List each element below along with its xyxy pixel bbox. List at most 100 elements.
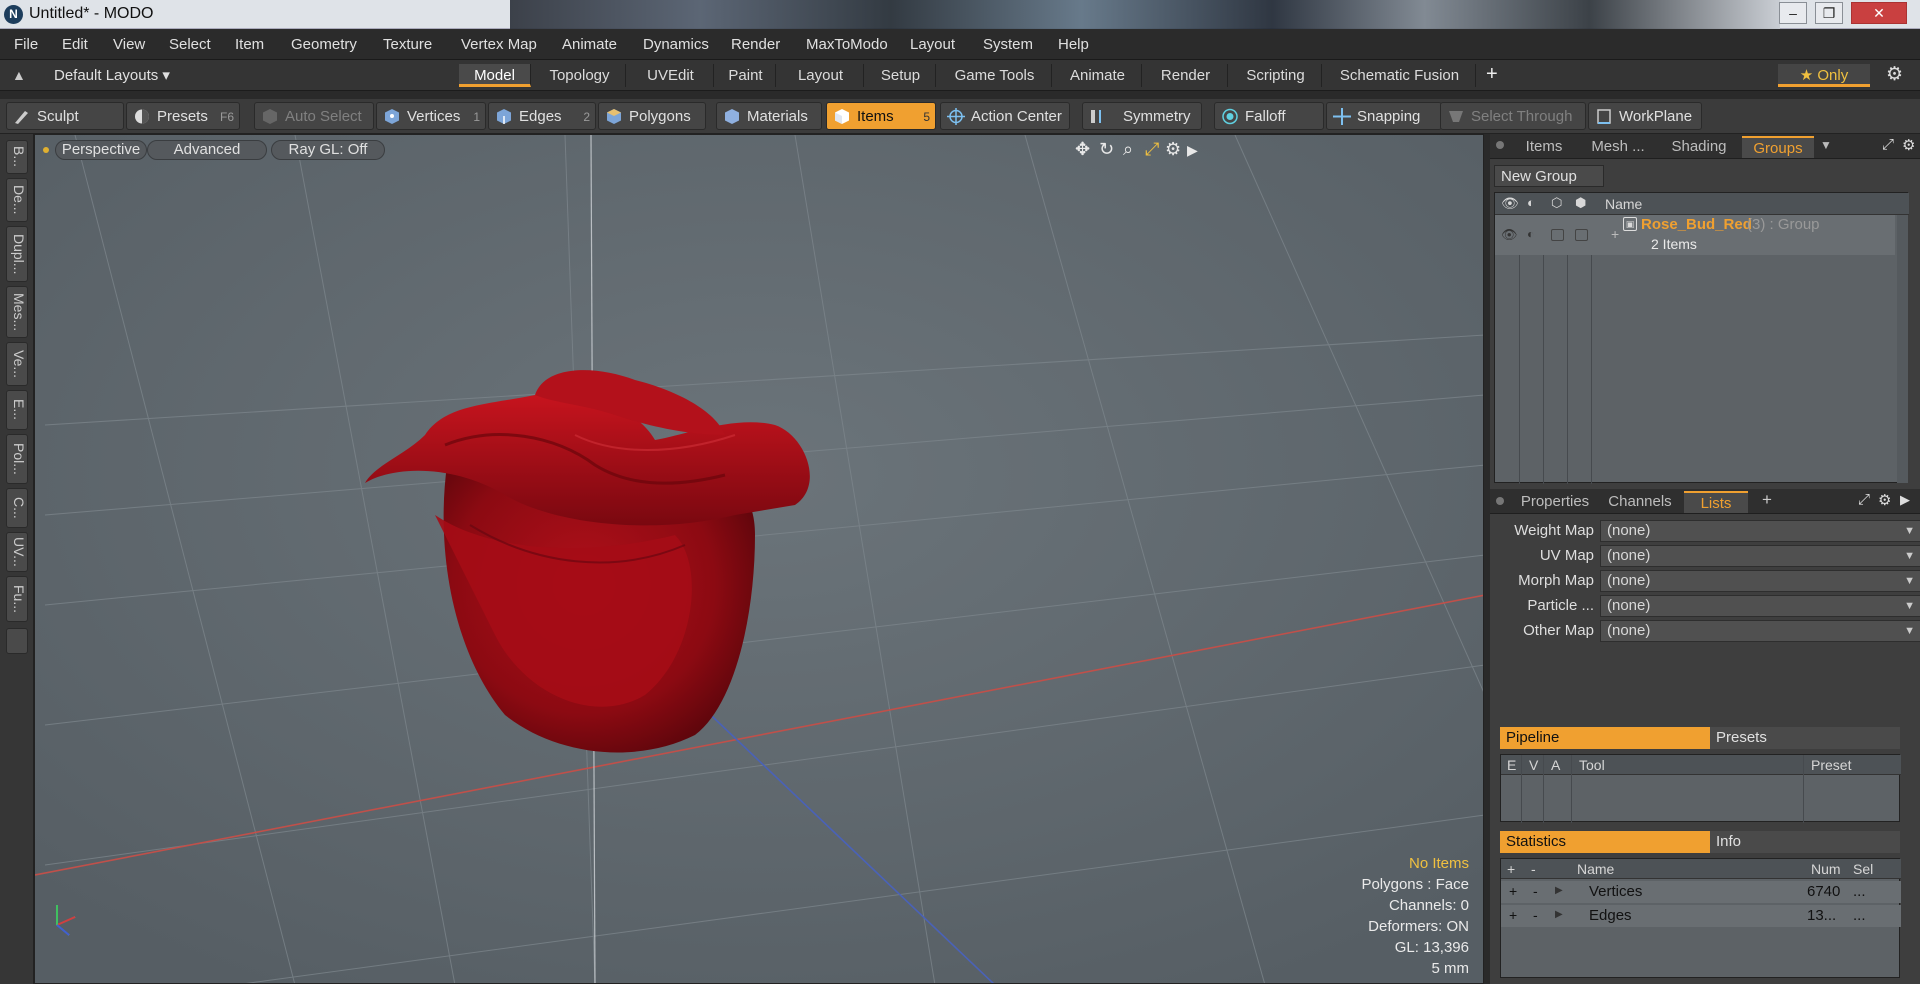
weight-map-select[interactable]: (none) xyxy=(1600,520,1920,542)
expand-lists-icon[interactable]: ⤢ xyxy=(1858,491,1870,508)
row-minus[interactable]: - xyxy=(1533,907,1538,923)
pipe-col-a[interactable]: A xyxy=(1551,757,1560,773)
row-lock-checkbox[interactable] xyxy=(1551,229,1564,241)
menu-maxtomodo[interactable]: MaxToModo xyxy=(806,36,888,53)
tab-groups[interactable]: Groups xyxy=(1742,136,1814,158)
render-toggle-icon[interactable]: ◐ xyxy=(1527,195,1535,210)
stat-col-sel[interactable]: Sel xyxy=(1853,861,1873,877)
edges-button[interactable]: Edges 2 xyxy=(488,102,596,130)
info-tab[interactable]: Info xyxy=(1710,831,1900,853)
expand-panel-icon[interactable]: ⤢ xyxy=(1882,136,1894,153)
row-plus[interactable]: + xyxy=(1509,883,1517,899)
falloff-button[interactable]: Falloff xyxy=(1214,102,1324,130)
visibility-eye-icon[interactable]: 👁 xyxy=(1501,195,1519,212)
row-render-icon[interactable]: ◐ xyxy=(1527,227,1534,241)
row-eye-icon[interactable]: 👁 xyxy=(1501,227,1518,243)
menu-file[interactable]: File xyxy=(14,36,38,53)
pipe-col-v[interactable]: V xyxy=(1529,757,1538,773)
viewport-gear-icon[interactable]: ⚙ xyxy=(1165,139,1181,160)
menu-geometry[interactable]: Geometry xyxy=(291,36,357,53)
tab-shading[interactable]: Shading xyxy=(1660,136,1738,158)
symmetry-button[interactable]: Symmetry xyxy=(1082,102,1202,130)
name-column-header[interactable]: Name xyxy=(1605,196,1642,212)
pipe-col-tool[interactable]: Tool xyxy=(1579,757,1605,773)
menu-help[interactable]: Help xyxy=(1058,36,1089,53)
shading-mode-dropdown[interactable]: Advanced xyxy=(147,140,267,160)
only-button[interactable]: ★ Only xyxy=(1778,64,1870,87)
pipe-col-preset[interactable]: Preset xyxy=(1811,757,1851,773)
auto-select-button[interactable]: Auto Select xyxy=(254,102,374,130)
default-layouts-dropdown[interactable]: Default Layouts ▾ xyxy=(54,66,170,84)
zoom-icon[interactable]: ⌕ xyxy=(1123,139,1133,160)
pipeline-tab[interactable]: Pipeline xyxy=(1500,727,1710,749)
table-row[interactable]: + - ▶ Edges 13... ... xyxy=(1501,905,1901,927)
particle-map-select[interactable]: (none) xyxy=(1600,595,1920,617)
group-row[interactable]: 👁 ◐ + ▣ Rose_Bud_Red (3) : Group 2 Items xyxy=(1495,215,1895,255)
lock-cube-icon[interactable]: ⬡ xyxy=(1551,195,1562,211)
strip-button-mesh-edit[interactable]: Mes... xyxy=(6,286,28,338)
lists-gear-icon[interactable]: ⚙ xyxy=(1878,491,1891,509)
menu-select[interactable]: Select xyxy=(169,36,211,53)
stat-col-num[interactable]: Num xyxy=(1811,861,1841,877)
materials-button[interactable]: Materials xyxy=(716,102,822,130)
pipe-col-e[interactable]: E xyxy=(1507,757,1516,773)
presets-tab[interactable]: Presets xyxy=(1710,727,1900,749)
strip-button-fusion[interactable]: Fu... xyxy=(6,576,28,622)
collapse-arrow-icon[interactable]: ▲ xyxy=(12,67,26,83)
tab-render[interactable]: Render xyxy=(1144,64,1228,87)
tab-items[interactable]: Items xyxy=(1512,136,1576,158)
tab-schematic-fusion[interactable]: Schematic Fusion xyxy=(1324,64,1476,87)
polygons-button[interactable]: Polygons xyxy=(598,102,706,130)
strip-button-curve[interactable]: C... xyxy=(6,488,28,528)
tab-setup[interactable]: Setup xyxy=(866,64,936,87)
tab-topology[interactable]: Topology xyxy=(534,64,626,87)
menu-system[interactable]: System xyxy=(983,36,1033,53)
stat-col-minus[interactable]: - xyxy=(1531,861,1536,877)
sculpt-button[interactable]: Sculpt xyxy=(6,102,124,130)
expand-triangle-icon[interactable]: ▶ xyxy=(1555,885,1563,896)
tab-model[interactable]: Model xyxy=(459,64,531,87)
tab-mesh[interactable]: Mesh ... xyxy=(1580,136,1656,158)
statistics-tab[interactable]: Statistics xyxy=(1500,831,1710,853)
vertices-button[interactable]: Vertices 1 xyxy=(376,102,486,130)
strip-button-duplicate[interactable]: Dupl... xyxy=(6,226,28,282)
raygl-toggle[interactable]: Ray GL: Off xyxy=(271,140,385,160)
menu-layout[interactable]: Layout xyxy=(910,36,955,53)
tab-scripting[interactable]: Scripting xyxy=(1230,64,1322,87)
tab-properties[interactable]: Properties xyxy=(1512,491,1598,513)
strip-button-edge[interactable]: E... xyxy=(6,390,28,430)
presets-button[interactable]: Presets F6 xyxy=(126,102,240,130)
new-group-button[interactable]: New Group xyxy=(1494,165,1604,187)
menu-edit[interactable]: Edit xyxy=(62,36,88,53)
fit-view-icon[interactable]: ⤢ xyxy=(1145,139,1159,160)
strip-button-uv[interactable]: UV... xyxy=(6,532,28,572)
menu-render[interactable]: Render xyxy=(731,36,780,53)
3d-viewport[interactable]: Perspective Advanced Ray GL: Off ✥ ↻ ⌕ ⤢… xyxy=(34,134,1484,984)
tab-game-tools[interactable]: Game Tools xyxy=(938,64,1052,87)
uv-map-select[interactable]: (none) xyxy=(1600,545,1920,567)
expand-plus-icon[interactable]: + xyxy=(1611,226,1619,242)
tab-menu-arrow-icon[interactable]: ▼ xyxy=(1820,138,1832,152)
tab-lists[interactable]: Lists xyxy=(1684,491,1748,513)
tab-channels[interactable]: Channels xyxy=(1602,491,1678,513)
strip-button-deform[interactable]: De... xyxy=(6,178,28,222)
row-minus[interactable]: - xyxy=(1533,883,1538,899)
expand-triangle-icon[interactable]: ▶ xyxy=(1555,909,1563,920)
tab-uvedit[interactable]: UVEdit xyxy=(628,64,714,87)
gear-icon[interactable]: ⚙ xyxy=(1886,63,1903,86)
strip-button-vertex[interactable]: Ve... xyxy=(6,342,28,386)
tab-layout[interactable]: Layout xyxy=(778,64,864,87)
select-through-button[interactable]: Select Through xyxy=(1440,102,1586,130)
row-plus[interactable]: + xyxy=(1509,907,1517,923)
stat-col-name[interactable]: Name xyxy=(1577,861,1614,877)
pan-icon[interactable]: ✥ xyxy=(1075,139,1090,160)
minimize-button[interactable]: – xyxy=(1779,2,1807,24)
row-select-checkbox[interactable] xyxy=(1575,229,1588,241)
menu-vertex-map[interactable]: Vertex Map xyxy=(461,36,537,53)
strip-button-polygon[interactable]: Pol... xyxy=(6,434,28,484)
lists-arrow-icon[interactable]: ▶ xyxy=(1900,492,1910,508)
other-map-select[interactable]: (none) xyxy=(1600,620,1920,642)
strip-button-extra[interactable] xyxy=(6,628,28,654)
groups-gear-icon[interactable]: ⚙ xyxy=(1902,136,1915,154)
rotate-icon[interactable]: ↻ xyxy=(1099,139,1114,160)
